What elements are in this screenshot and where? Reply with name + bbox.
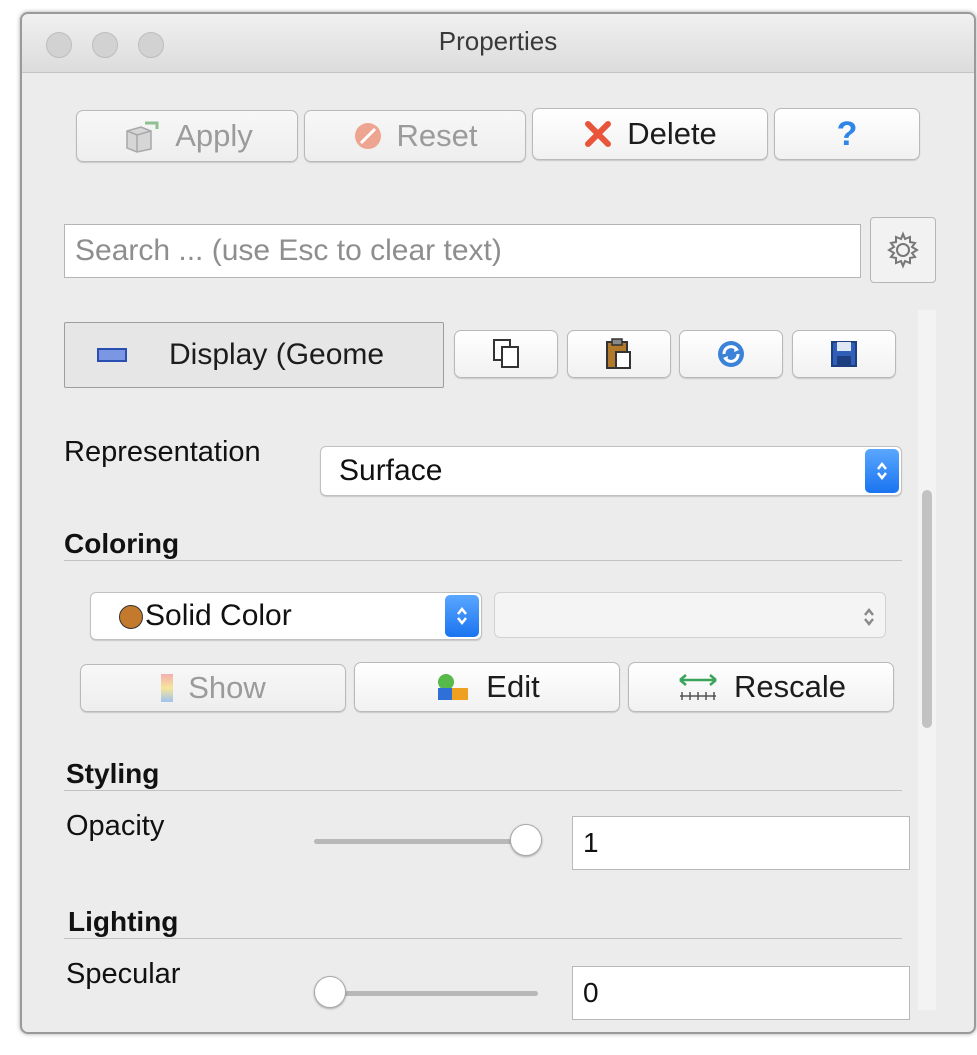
representation-dropdown[interactable]: Surface: [320, 446, 902, 496]
delete-button[interactable]: Delete: [532, 108, 768, 160]
coloring-mode-value: Solid Color: [145, 599, 292, 632]
save-icon: [831, 341, 857, 367]
coloring-heading: Coloring: [64, 528, 180, 559]
coloring-mode-dropdown[interactable]: Solid Color: [90, 592, 482, 640]
search-input[interactable]: [64, 224, 861, 278]
delete-icon: [583, 119, 613, 149]
edit-label: Edit: [486, 669, 540, 704]
delete-label: Delete: [627, 116, 717, 151]
opacity-input[interactable]: [572, 816, 910, 870]
specular-slider[interactable]: [314, 976, 542, 1010]
rescale-button[interactable]: Rescale: [628, 662, 894, 712]
copy-button[interactable]: [454, 330, 558, 378]
dropdown-stepper-icon: [865, 449, 899, 493]
apply-label: Apply: [175, 118, 253, 153]
styling-heading: Styling: [66, 758, 160, 789]
reset-icon: [353, 121, 383, 151]
paste-button[interactable]: [567, 330, 671, 378]
representation-label: Representation: [64, 436, 261, 468]
solid-color-swatch-icon: [119, 605, 143, 629]
reset-label: Reset: [396, 118, 478, 153]
dropdown-stepper-icon: [445, 595, 479, 637]
vertical-scrollbar[interactable]: [918, 310, 936, 1010]
properties-window: Properties Apply Reset Delete ? Search .…: [20, 12, 976, 1034]
apply-button[interactable]: Apply: [76, 110, 298, 162]
restore-defaults-button[interactable]: [679, 330, 783, 378]
opacity-slider[interactable]: [314, 824, 542, 858]
reset-button[interactable]: Reset: [304, 110, 526, 162]
edit-color-map-button[interactable]: Edit: [354, 662, 620, 712]
paste-icon: [606, 338, 631, 369]
lighting-divider: [64, 938, 902, 939]
dropdown-stepper-icon: [861, 603, 877, 637]
coloring-array-dropdown[interactable]: [494, 592, 886, 638]
edit-color-map-icon: [434, 672, 472, 702]
specular-label: Specular: [66, 958, 181, 990]
coloring-divider: [64, 560, 902, 561]
styling-divider: [64, 790, 902, 791]
specular-input[interactable]: [572, 966, 910, 1020]
display-representation-icon: [97, 348, 127, 362]
specular-slider-track: [314, 991, 538, 996]
lighting-heading: Lighting: [68, 906, 179, 937]
title-bar: Properties: [22, 14, 974, 73]
rescale-label: Rescale: [734, 669, 846, 704]
show-color-legend-button[interactable]: Show: [80, 664, 346, 712]
advanced-settings-button[interactable]: [870, 217, 936, 283]
gear-icon: [887, 231, 919, 269]
save-defaults-button[interactable]: [792, 330, 896, 378]
opacity-label: Opacity: [66, 810, 165, 842]
show-label: Show: [188, 670, 266, 705]
rescale-icon: [676, 672, 720, 702]
display-section-label: Display (Geome: [169, 338, 385, 371]
opacity-slider-thumb[interactable]: [510, 824, 542, 856]
color-legend-icon: [160, 673, 174, 703]
help-button[interactable]: ?: [774, 108, 920, 160]
window-title: Properties: [438, 26, 558, 56]
refresh-icon: [718, 341, 744, 367]
display-section-button[interactable]: Display (Geome: [64, 322, 444, 388]
scrollbar-thumb[interactable]: [922, 490, 932, 728]
opacity-slider-track: [314, 839, 514, 844]
representation-value: Surface: [339, 454, 443, 487]
specular-slider-thumb[interactable]: [314, 976, 346, 1008]
copy-icon: [493, 339, 519, 368]
help-icon: ?: [836, 114, 858, 153]
apply-icon: [121, 119, 161, 153]
